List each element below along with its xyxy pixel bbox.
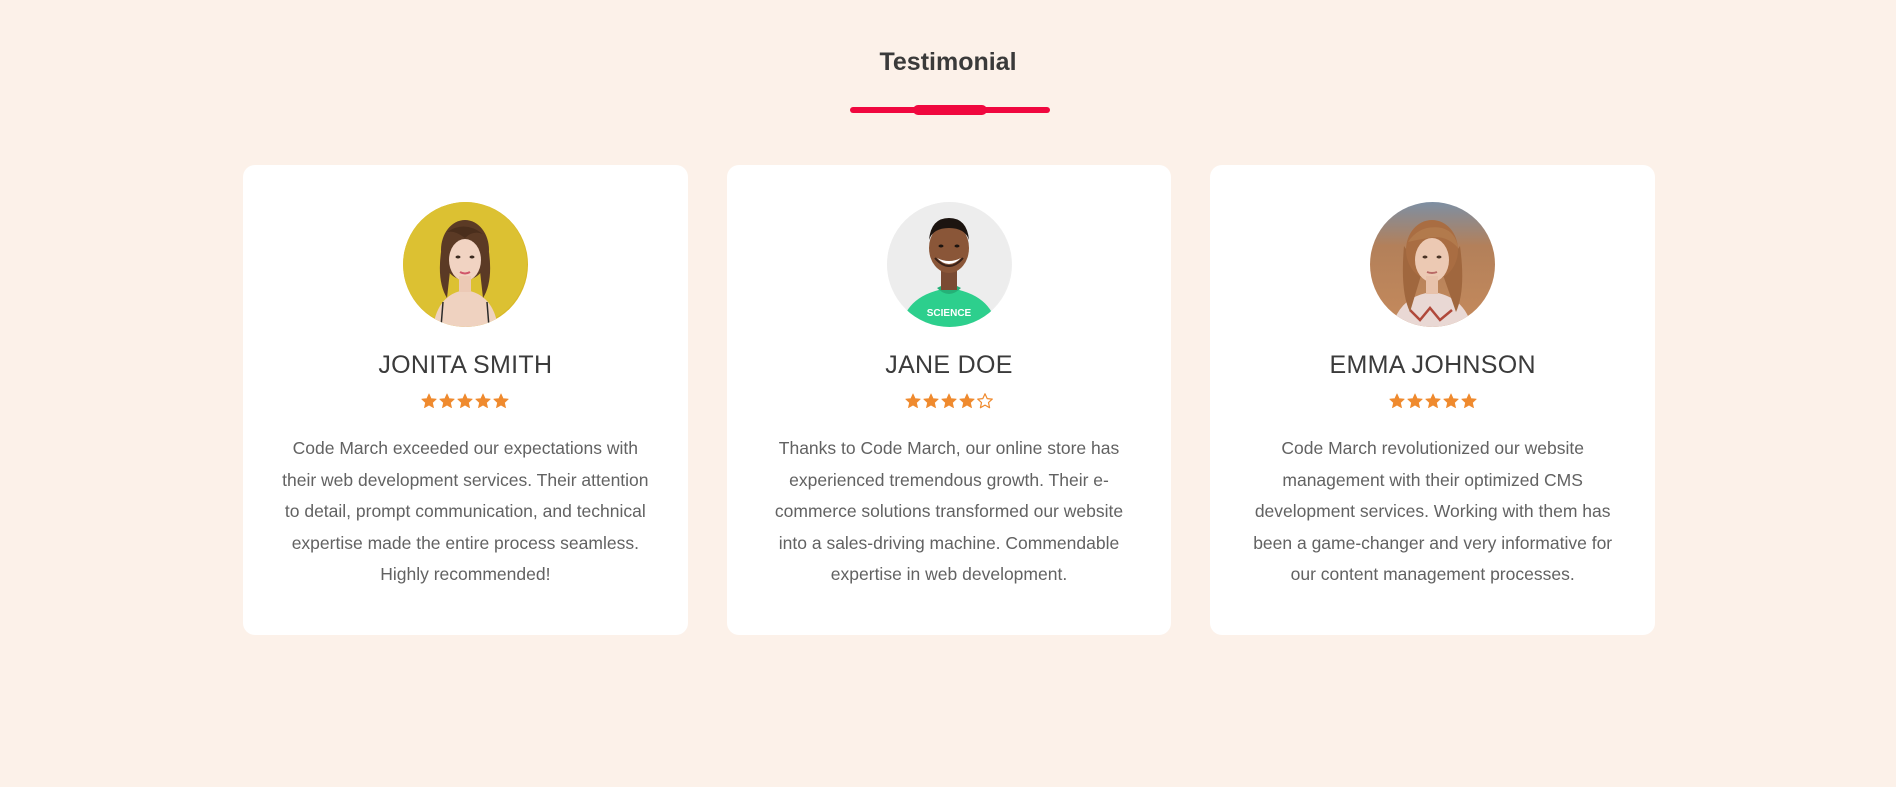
- testimonial-text: Code March revolutionized our website ma…: [1253, 438, 1613, 584]
- star-rating: [421, 393, 509, 411]
- star-empty-icon: [977, 393, 993, 409]
- star-filled-icon: [905, 393, 921, 408]
- testimonial-text: Code March exceeded our expectations wit…: [282, 438, 649, 584]
- star-filled-icon: [1443, 393, 1459, 408]
- star-rating: [905, 393, 993, 411]
- avatar: [1370, 202, 1496, 327]
- testimonial-card: EMMA JOHNSON Code March revolutionized o…: [1210, 165, 1656, 635]
- reviewer-name: JONITA SMITH: [378, 351, 553, 379]
- testimonial-text: Thanks to Code March, our online store h…: [774, 438, 1124, 584]
- svg-text:SCIENCE: SCIENCE: [926, 308, 971, 319]
- star-filled-icon: [1407, 393, 1423, 408]
- star-filled-icon: [1425, 393, 1441, 408]
- testimonial-cards: JONITA SMITH Code March exceeded our exp…: [243, 165, 1656, 635]
- testimonial-card: JONITA SMITH Code March exceeded our exp…: [243, 165, 688, 635]
- star-filled-icon: [475, 393, 491, 408]
- star-filled-icon: [1389, 393, 1405, 408]
- star-filled-icon: [1461, 393, 1477, 408]
- star-filled-icon: [941, 393, 957, 408]
- star-filled-icon: [493, 393, 509, 408]
- testimonial-card: SCIENCE JANE DOE Thanks to Code March, o…: [726, 165, 1172, 635]
- woman-portrait-icon: [402, 202, 528, 327]
- avatar: [402, 202, 528, 327]
- star-filled-icon: [421, 393, 437, 408]
- testimonial-section: Testimonial JONITA SMITH Code March exce…: [0, 0, 1896, 787]
- woman-portrait-icon: [1370, 202, 1496, 327]
- star-filled-icon: [439, 393, 455, 408]
- section-title: Testimonial: [879, 48, 1017, 76]
- star-filled-icon: [457, 393, 473, 408]
- title-underline-accent: [913, 105, 987, 115]
- star-filled-icon: [923, 393, 939, 408]
- man-portrait-icon: SCIENCE: [886, 202, 1012, 327]
- avatar: SCIENCE: [886, 202, 1012, 327]
- reviewer-name: EMMA JOHNSON: [1329, 351, 1536, 379]
- reviewer-name: JANE DOE: [885, 351, 1013, 379]
- star-filled-icon: [959, 393, 975, 408]
- star-rating: [1389, 393, 1477, 411]
